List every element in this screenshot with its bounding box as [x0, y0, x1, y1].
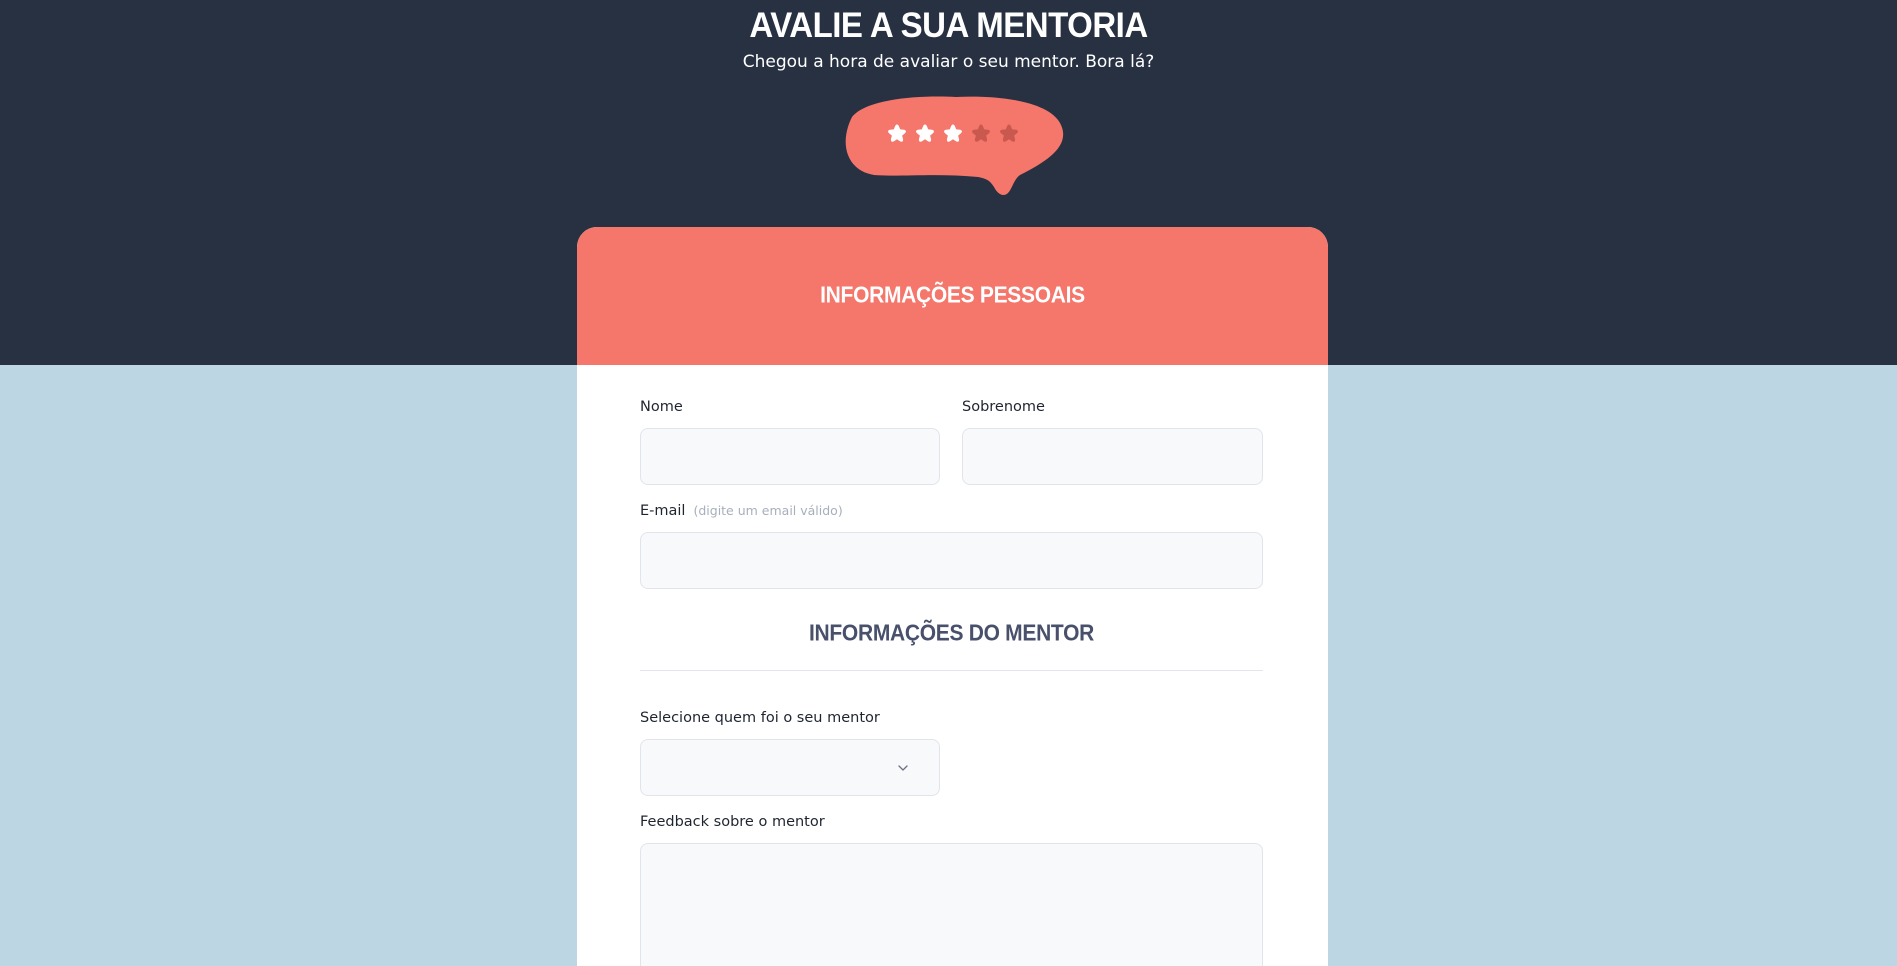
page-subtitle: Chegou a hora de avaliar o seu mentor. B… — [742, 52, 1155, 72]
first-name-label: Nome — [640, 399, 683, 415]
mentor-info-title: INFORMAÇÕES DO MENTOR — [809, 620, 1094, 647]
last-name-input[interactable] — [962, 428, 1263, 485]
email-hint: (digite um email válido) — [693, 503, 843, 518]
page-title: AVALIE A SUA MENTORIA — [749, 4, 1148, 45]
last-name-label: Sobrenome — [962, 399, 1045, 415]
star-icon[interactable] — [885, 122, 909, 146]
star-icon[interactable] — [913, 122, 937, 146]
chevron-down-icon — [898, 765, 908, 771]
star-icon[interactable] — [941, 122, 965, 146]
star-icon[interactable] — [997, 122, 1021, 146]
email-label: E-mail — [640, 503, 686, 519]
feedback-label: Feedback sobre o mentor — [640, 814, 825, 830]
star-icon[interactable] — [969, 122, 993, 146]
first-name-input[interactable] — [640, 428, 940, 485]
form-card: INFORMAÇÕES PESSOAIS Nome Sobrenome E-ma… — [577, 227, 1328, 966]
feedback-textarea[interactable] — [640, 843, 1263, 966]
mentor-select-label: Selecione quem foi o seu mentor — [640, 710, 880, 726]
card-header: INFORMAÇÕES PESSOAIS — [577, 227, 1328, 365]
mentor-select[interactable] — [640, 739, 940, 796]
personal-info-title: INFORMAÇÕES PESSOAIS — [820, 282, 1085, 309]
star-rating — [885, 122, 1021, 150]
email-label-row: E-mail (digite um email válido) — [640, 503, 843, 519]
email-input[interactable] — [640, 532, 1263, 589]
section-divider — [640, 670, 1263, 671]
